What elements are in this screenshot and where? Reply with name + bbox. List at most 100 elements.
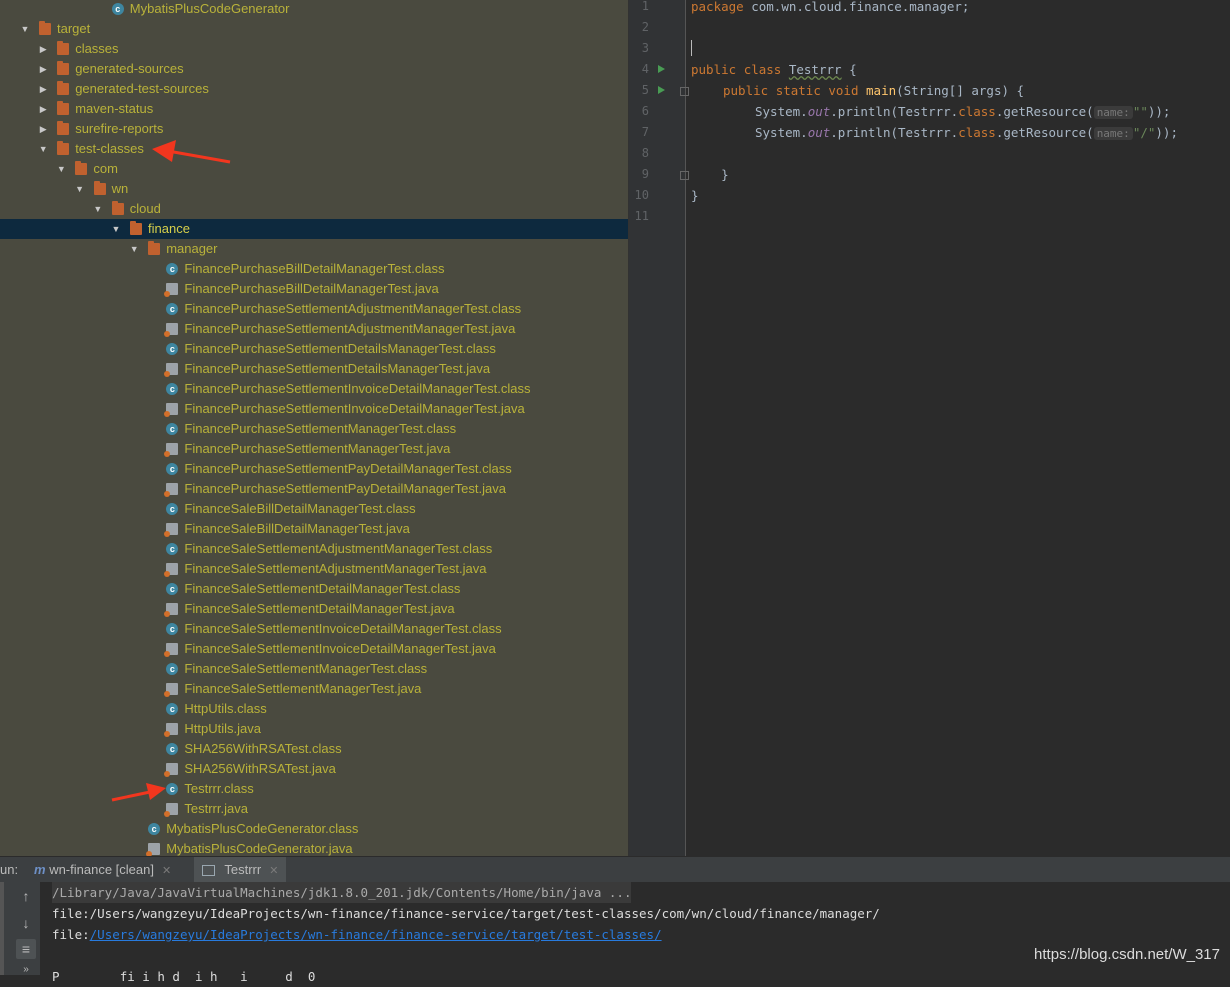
soft-wrap-icon[interactable]: ≡ <box>16 939 36 959</box>
run-gutter-icon[interactable] <box>658 65 665 73</box>
tree-item[interactable]: FinancePurchaseBillDetailManagerTest.jav… <box>0 279 628 299</box>
watermark-url: https://blog.csdn.net/W_317 <box>1034 946 1220 963</box>
tree-item[interactable]: c FinanceSaleBillDetailManagerTest.class <box>0 499 628 519</box>
static-field: out <box>807 125 831 140</box>
tree-item[interactable]: FinancePurchaseSettlementPayDetailManage… <box>0 479 628 499</box>
tree-item[interactable]: ▼ test-classes <box>0 139 628 159</box>
fold-marker-icon[interactable] <box>680 87 689 96</box>
tree-item[interactable]: ▼ wn <box>0 179 628 199</box>
tree-item[interactable]: Testrrr.java <box>0 799 628 819</box>
tree-item[interactable]: c FinanceSaleSettlementDetailManagerTest.… <box>0 579 628 599</box>
tree-item[interactable]: c FinancePurchaseSettlementAdjustmentMana… <box>0 299 628 319</box>
maven-icon: m <box>34 862 46 877</box>
collapse-arrow-icon[interactable]: ▶ <box>37 119 49 139</box>
run-gutter-icon[interactable] <box>658 86 665 94</box>
tree-item[interactable]: HttpUtils.java <box>0 719 628 739</box>
line-number: 1 <box>641 0 649 13</box>
expand-arrow-icon[interactable]: ▼ <box>55 159 67 179</box>
fold-marker-icon[interactable] <box>680 171 689 180</box>
tree-item[interactable]: ▼ manager <box>0 239 628 259</box>
tree-item[interactable]: c MybatisPlusCodeGenerator.class <box>0 819 628 839</box>
tree-item[interactable]: c Testrrr.class <box>0 779 628 799</box>
java-file-icon <box>164 283 179 297</box>
tree-item[interactable]: SHA256WithRSATest.java <box>0 759 628 779</box>
java-file-icon <box>164 723 179 737</box>
tree-item-label: FinanceSaleSettlementInvoiceDetailManage… <box>184 621 502 636</box>
code-text: .getResource( <box>995 104 1094 119</box>
expand-arrow-icon[interactable]: ▼ <box>128 239 140 259</box>
tree-item[interactable]: FinanceSaleSettlementDetailManagerTest.j… <box>0 599 628 619</box>
expand-arrow-icon[interactable]: ▼ <box>19 19 31 39</box>
expand-arrow-icon[interactable]: ▼ <box>92 199 104 219</box>
java-file-icon <box>164 323 179 337</box>
tree-item[interactable]: FinanceSaleSettlementInvoiceDetailManage… <box>0 639 628 659</box>
tree-item[interactable]: ▶ generated-test-sources <box>0 79 628 99</box>
tree-item[interactable]: ▶ surefire-reports <box>0 119 628 139</box>
arrow-up-icon[interactable]: ↑ <box>16 886 36 906</box>
java-file-icon <box>164 483 179 497</box>
collapse-arrow-icon[interactable]: ▶ <box>37 59 49 79</box>
tree-item[interactable]: FinanceSaleSettlementManagerTest.java <box>0 679 628 699</box>
expand-arrow-icon[interactable]: ▼ <box>110 219 122 239</box>
tree-item[interactable]: MybatisPlusCodeGenerator.java <box>0 839 628 856</box>
tree-item[interactable]: c SHA256WithRSATest.class <box>0 739 628 759</box>
tree-item-label: target <box>57 21 91 36</box>
tab-testrrr[interactable]: Testrrr ✕ <box>194 857 287 883</box>
tree-item[interactable]: ▼ com <box>0 159 628 179</box>
java-file-icon <box>164 803 179 817</box>
tree-item[interactable]: FinanceSaleBillDetailManagerTest.java <box>0 519 628 539</box>
code-line: public static void main(String[] args) { <box>723 80 1024 101</box>
class-file-icon: c <box>166 783 179 795</box>
tree-item[interactable]: c FinancePurchaseSettlementDetailsManager… <box>0 339 628 359</box>
close-icon[interactable]: ✕ <box>269 865 278 877</box>
tree-item-label: generated-test-sources <box>75 81 209 96</box>
collapse-arrow-icon[interactable]: ▶ <box>37 39 49 59</box>
folder-icon <box>57 81 70 95</box>
tree-item[interactable]: ▼ target <box>0 19 628 39</box>
collapse-arrow-icon[interactable]: ▶ <box>37 79 49 99</box>
class-file-icon: c <box>166 623 179 635</box>
arrow-down-icon[interactable]: ↓ <box>16 913 36 933</box>
tree-item-label: classes <box>75 41 119 56</box>
tree-item[interactable]: c FinancePurchaseBillDetailManagerTest.cl… <box>0 259 628 279</box>
tree-item[interactable]: c HttpUtils.class <box>0 699 628 719</box>
tree-item-label: FinanceSaleSettlementDetailManagerTest.j… <box>184 601 455 616</box>
tree-item[interactable]: c FinancePurchaseSettlementManagerTest.cl… <box>0 419 628 439</box>
class-file-icon: c <box>166 543 179 555</box>
tree-item[interactable]: FinancePurchaseSettlementDetailsManagerT… <box>0 359 628 379</box>
tree-item[interactable]: FinanceSaleSettlementAdjustmentManagerTe… <box>0 559 628 579</box>
class-file-icon: c <box>166 423 179 435</box>
class-name: Testrrr <box>788 62 842 77</box>
tree-item[interactable]: ▼ finance <box>0 219 628 239</box>
expand-arrow-icon[interactable]: ▼ <box>37 139 49 159</box>
tree-item[interactable]: ▼ cloud <box>0 199 628 219</box>
tree-item-label: FinancePurchaseSettlementPayDetailManage… <box>184 461 512 476</box>
folder-icon <box>57 101 70 115</box>
folder-icon <box>57 61 70 75</box>
tree-item[interactable]: FinancePurchaseSettlementAdjustmentManag… <box>0 319 628 339</box>
java-file-icon <box>164 763 179 777</box>
tree-item[interactable]: c FinancePurchaseSettlementPayDetailManag… <box>0 459 628 479</box>
tree-item[interactable]: ▶ generated-sources <box>0 59 628 79</box>
tree-item[interactable]: c FinanceSaleSettlementAdjustmentManagerT… <box>0 539 628 559</box>
tree-item[interactable]: c MybatisPlusCodeGenerator <box>0 0 628 19</box>
tree-item[interactable]: c FinanceSaleSettlementManagerTest.class <box>0 659 628 679</box>
java-file-icon <box>164 403 179 417</box>
tab-wn-finance-clean[interactable]: m wn-finance [clean] ✕ <box>34 857 177 883</box>
code-text: .println(Testrrr. <box>830 104 959 119</box>
tree-item[interactable]: c FinanceSaleSettlementInvoiceDetailManag… <box>0 619 628 639</box>
close-icon[interactable]: ✕ <box>162 865 171 877</box>
tree-item[interactable]: ▶ maven-status <box>0 99 628 119</box>
tree-item[interactable]: c FinancePurchaseSettlementInvoiceDetailM… <box>0 379 628 399</box>
line-number: 3 <box>641 41 649 55</box>
expand-arrow-icon[interactable]: ▼ <box>74 179 86 199</box>
tree-item[interactable]: ▶ classes <box>0 39 628 59</box>
java-file-icon <box>164 563 179 577</box>
more-icon[interactable]: » <box>16 960 36 980</box>
java-file-icon <box>146 843 161 856</box>
console-file-link[interactable]: /Users/wangzeyu/IdeaProjects/wn-finance/… <box>90 927 662 942</box>
collapse-arrow-icon[interactable]: ▶ <box>37 99 49 119</box>
tree-item[interactable]: FinancePurchaseSettlementInvoiceDetailMa… <box>0 399 628 419</box>
tree-item[interactable]: FinancePurchaseSettlementManagerTest.jav… <box>0 439 628 459</box>
project-tree[interactable]: c MybatisPlusCodeGenerator ▼ target ▶ classes… <box>0 0 628 856</box>
